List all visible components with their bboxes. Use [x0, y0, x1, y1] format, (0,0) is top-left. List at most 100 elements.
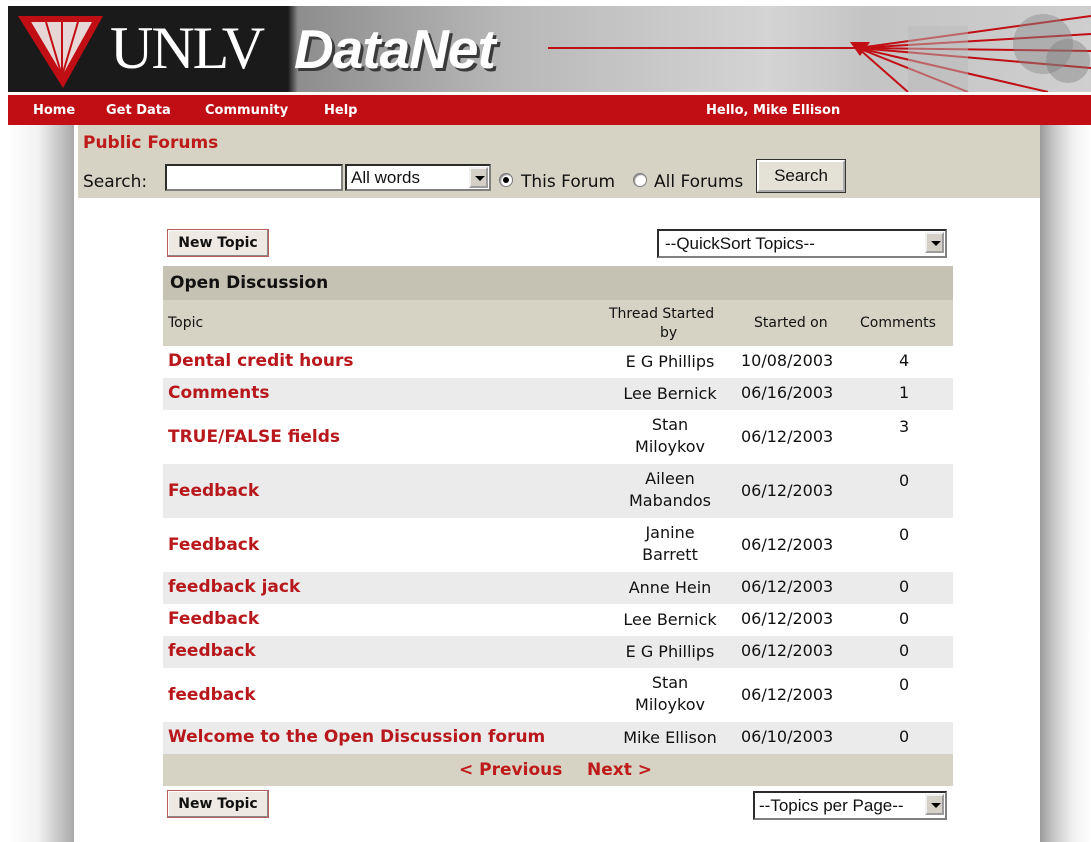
thread-author: Anne Hein	[610, 577, 730, 599]
new-topic-button-top[interactable]: New Topic	[167, 229, 269, 257]
radio-this-forum[interactable]	[499, 173, 513, 187]
nav-get-data[interactable]: Get Data	[106, 103, 171, 118]
left-gutter	[8, 125, 74, 842]
col-started-by-line2: by	[660, 325, 678, 341]
topic-link[interactable]: Welcome to the Open Discussion forum	[168, 727, 545, 747]
thread-author-line1: Aileen	[645, 469, 695, 488]
thread-date: 06/16/2003	[741, 383, 834, 402]
thread-date: 06/12/2003	[741, 427, 834, 446]
topic-link[interactable]: feedback	[168, 641, 256, 661]
topic-link[interactable]: Feedback	[168, 481, 259, 501]
comment-count: 0	[899, 471, 910, 490]
topics-per-page-select[interactable]: --Topics per Page--	[753, 791, 947, 820]
thread-date: 06/12/2003	[741, 641, 834, 660]
match-mode-value: All words	[351, 168, 420, 187]
topic-link[interactable]: Dental credit hours	[168, 351, 354, 371]
radio-all-forums-label: All Forums	[654, 172, 744, 192]
topic-link[interactable]: Feedback	[168, 535, 259, 555]
comment-count: 3	[899, 417, 910, 436]
table-row: feedback jack Anne Hein 06/12/2003 0	[163, 572, 953, 604]
thread-author-line1: Anne Hein	[628, 578, 712, 597]
thread-author: Aileen Mabandos	[610, 468, 730, 512]
thread-date: 06/12/2003	[741, 481, 834, 500]
thread-date: 06/12/2003	[741, 685, 834, 704]
thread-author-line1: Mike Ellison	[623, 728, 717, 747]
topic-link[interactable]: feedback jack	[168, 577, 300, 597]
thread-author: Mike Ellison	[610, 727, 730, 749]
comment-count: 0	[899, 525, 910, 544]
user-greeting: Hello, Mike Ellison	[706, 103, 841, 118]
thread-date: 06/12/2003	[741, 577, 834, 596]
col-comments: Comments	[860, 315, 936, 331]
thread-author: Janine Barrett	[610, 522, 730, 566]
chevron-down-icon[interactable]	[925, 794, 944, 815]
table-row: Feedback Janine Barrett 06/12/2003 0	[163, 518, 953, 572]
thread-author-line1: Stan	[651, 415, 689, 434]
nav-community[interactable]: Community	[205, 103, 288, 118]
table-row: feedback Stan Miloykov 06/12/2003 0	[163, 668, 953, 722]
table-row: Welcome to the Open Discussion forum Mike…	[163, 722, 953, 754]
comment-count: 0	[899, 675, 910, 694]
quicksort-value: --QuickSort Topics--	[665, 234, 815, 253]
comment-count: 1	[899, 383, 910, 402]
topic-link[interactable]: Comments	[168, 383, 269, 403]
comment-count: 0	[899, 727, 910, 746]
thread-author: Stan Miloykov	[610, 414, 730, 458]
search-input[interactable]	[165, 164, 343, 191]
unlv-logo-text: UNLV	[110, 15, 265, 81]
thread-author: Lee Bernick	[610, 609, 730, 631]
thread-author-line2: Miloykov	[635, 437, 705, 456]
match-mode-select[interactable]: All words	[345, 164, 491, 191]
new-topic-button-bottom[interactable]: New Topic	[167, 790, 269, 818]
thread-author: E G Phillips	[610, 641, 730, 663]
radio-this-forum-label: This Forum	[521, 172, 616, 192]
previous-page-link[interactable]: < Previous	[459, 760, 562, 780]
col-started-by-line1: Thread Started	[609, 306, 715, 322]
thread-author-line1: Lee Bernick	[623, 384, 717, 403]
thread-author: Lee Bernick	[610, 383, 730, 405]
next-page-link[interactable]: Next >	[587, 760, 652, 780]
table-row: Feedback Aileen Mabandos 06/12/2003 0	[163, 464, 953, 518]
comment-count: 0	[899, 641, 910, 660]
radio-all-forums[interactable]	[633, 173, 647, 187]
search-button[interactable]: Search	[756, 159, 846, 193]
thread-date: 06/12/2003	[741, 535, 834, 554]
table-row: Dental credit hours E G Phillips 10/08/200…	[163, 346, 953, 378]
table-row: feedback E G Phillips 06/12/2003 0	[163, 636, 953, 668]
thread-author-line1: Janine	[645, 523, 695, 542]
thread-author-line2: Mabandos	[629, 491, 711, 510]
table-body: Dental credit hours E G Phillips 10/08/200…	[163, 346, 953, 754]
pager: < Previous Next >	[163, 754, 953, 786]
table-header: Topic Thread Started by Started on Comme…	[163, 300, 953, 346]
topics-table: Open Discussion Topic Thread Started by …	[163, 266, 953, 786]
thread-author-line1: E G Phillips	[625, 352, 715, 371]
nav-home[interactable]: Home	[33, 103, 75, 118]
chevron-down-icon[interactable]	[469, 167, 488, 188]
thread-author: E G Phillips	[610, 351, 730, 373]
chevron-down-icon[interactable]	[925, 232, 944, 253]
thread-date: 10/08/2003	[741, 351, 834, 370]
table-row: Comments Lee Bernick 06/16/2003 1	[163, 378, 953, 410]
search-label: Search:	[83, 172, 148, 192]
col-started-on: Started on	[754, 315, 828, 331]
thread-author-line1: E G Phillips	[625, 642, 715, 661]
topic-link[interactable]: feedback	[168, 685, 256, 705]
thread-date: 06/10/2003	[741, 727, 834, 746]
comment-count: 0	[899, 577, 910, 596]
right-gutter	[1040, 125, 1091, 842]
topic-link[interactable]: Feedback	[168, 609, 259, 629]
site-banner: UNLV DataNet	[8, 6, 1091, 92]
thread-author: Stan Miloykov	[610, 672, 730, 716]
comment-count: 4	[899, 351, 910, 370]
table-row: Feedback Lee Bernick 06/12/2003 0	[163, 604, 953, 636]
topic-link[interactable]: TRUE/FALSE fields	[168, 427, 340, 447]
quicksort-select[interactable]: --QuickSort Topics--	[657, 229, 947, 258]
nav-help[interactable]: Help	[324, 103, 357, 118]
thread-date: 06/12/2003	[741, 609, 834, 628]
thread-author-line1: Stan	[651, 673, 689, 692]
main-navbar: Home Get Data Community Help Hello, Mike…	[8, 95, 1091, 125]
topics-per-page-value: --Topics per Page--	[759, 796, 904, 815]
col-topic: Topic	[168, 315, 204, 331]
datanet-logo-text: DataNet	[294, 18, 496, 80]
thread-author-line2: Miloykov	[635, 695, 705, 714]
